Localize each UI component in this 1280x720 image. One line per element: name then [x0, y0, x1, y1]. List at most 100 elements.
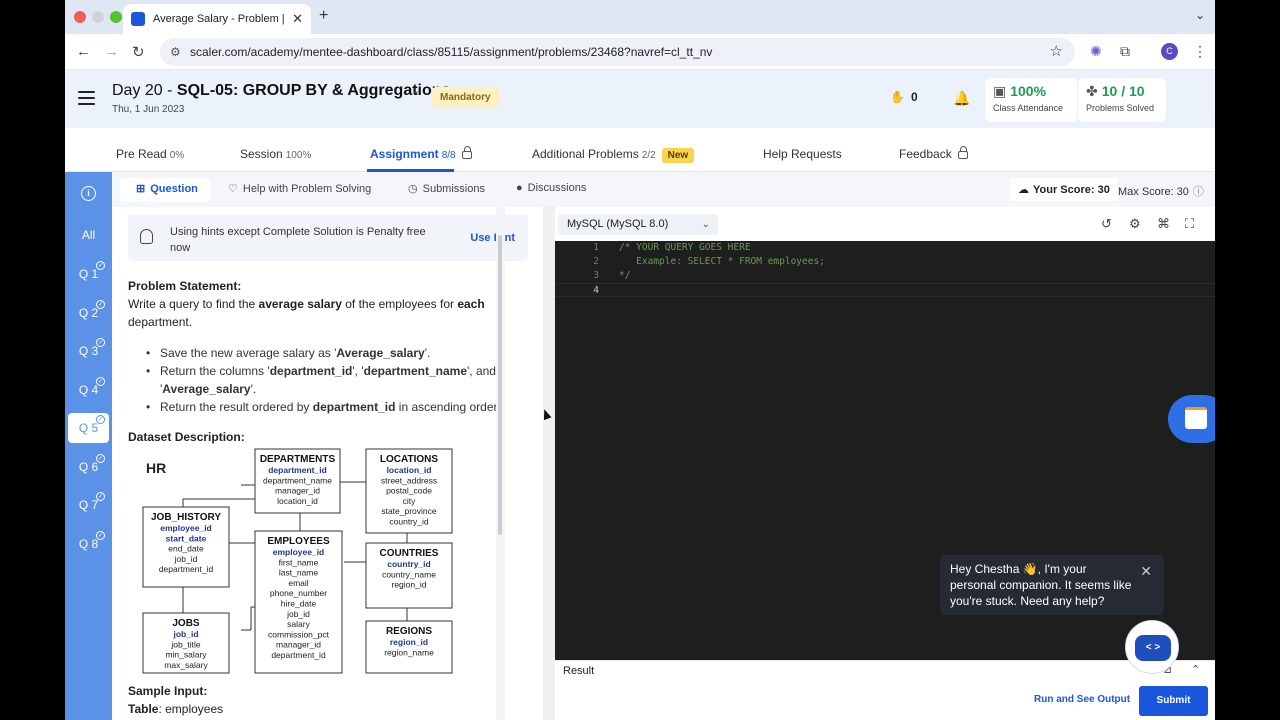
problems-solved-stat[interactable]: ✤ 10 / 10 Problems Solved	[1078, 78, 1166, 122]
intro-text: Write a query to find the	[128, 297, 259, 311]
shortcuts-command-icon[interactable]: ⌘	[1157, 216, 1170, 232]
extension-icon[interactable]: ✺	[1090, 43, 1102, 60]
reload-icon[interactable]: ↻	[132, 43, 145, 61]
schema-field: department_name	[263, 475, 332, 485]
fullscreen-icon[interactable]: ⛶	[1185, 216, 1194, 232]
subtab-submissions[interactable]: ◷ Submissions	[408, 182, 485, 195]
code-line[interactable]: 3 */	[555, 269, 1215, 283]
class-title[interactable]: Day 20 - SQL-05: GROUP BY & Aggregations	[112, 82, 450, 100]
close-tab-icon[interactable]: ✕	[292, 11, 303, 27]
attendance-value: 100%	[1010, 83, 1047, 99]
forward-arrow-icon[interactable]: →	[104, 43, 119, 60]
subtab-question[interactable]: ⊞ Question	[136, 182, 198, 195]
sidebar-item-q7[interactable]: Q 7 ✓	[68, 490, 109, 520]
tab-pre-read[interactable]: Pre Read 0%	[116, 147, 184, 161]
problem-intro: Write a query to find the average salary…	[128, 295, 523, 331]
schema-key-field: region_id	[390, 637, 428, 647]
schema-table-name: COUNTRIES	[380, 548, 439, 559]
intro-bold: each	[457, 297, 485, 311]
schema-field: commission_pct	[268, 629, 330, 639]
problem-scrollbar[interactable]	[496, 207, 505, 720]
cloud-icon: ☁	[1018, 184, 1029, 196]
scrollbar-thumb[interactable]	[498, 235, 502, 535]
subtab-help[interactable]: ♡ Help with Problem Solving	[228, 182, 371, 195]
site-settings-icon[interactable]: ⚙	[170, 38, 181, 66]
resize-divider[interactable]	[543, 207, 555, 720]
lock-icon	[957, 146, 968, 159]
sidebar-item-q6[interactable]: Q 6 ✓	[68, 452, 109, 482]
text: ', '	[352, 364, 364, 378]
bookmark-star-icon[interactable]: ☆	[1050, 38, 1063, 66]
schema-field: email	[288, 578, 308, 588]
text: Return the columns '	[160, 364, 270, 378]
dataset-heading: Dataset Description:	[128, 430, 245, 444]
reset-code-icon[interactable]: ↺	[1101, 216, 1112, 232]
notification-bell-icon[interactable]: 🔔	[953, 90, 970, 107]
close-icon[interactable]: ✕	[1140, 563, 1152, 579]
language-select[interactable]: MySQL (MySQL 8.0) ⌄	[558, 214, 718, 235]
puzzle-extensions-icon[interactable]: ⧉	[1120, 43, 1130, 60]
address-bar[interactable]: ⚙ scaler.com/academy/mentee-dashboard/cl…	[160, 38, 1075, 66]
schema-key-field: employee_id	[273, 547, 325, 557]
notes-float-button[interactable]	[1168, 395, 1215, 443]
chevron-up-icon[interactable]: ⌃	[1191, 663, 1200, 676]
code-text: Example: SELECT * FROM employees;	[619, 256, 825, 267]
sidebar-item-q1[interactable]: Q 1 ✓	[68, 259, 109, 289]
browser-tab-title: Average Salary - Problem | Sc	[153, 13, 289, 25]
browser-tab[interactable]: Average Salary - Problem | Sc ✕	[123, 4, 311, 34]
code-line-active[interactable]: 4	[555, 283, 1215, 297]
check-circle-icon: ✓	[96, 377, 105, 386]
clock-icon: ◷	[408, 183, 418, 195]
sidebar-item-q3[interactable]: Q 3 ✓	[68, 336, 109, 366]
back-arrow-icon[interactable]: ←	[76, 43, 91, 60]
class-attendance-stat[interactable]: ▣ 100% Class Attendance	[985, 78, 1077, 122]
code-text: */	[619, 270, 631, 281]
tab-search-chevron-icon[interactable]: ⌄	[1195, 8, 1205, 22]
code-line[interactable]: 2 Example: SELECT * FROM employees;	[555, 255, 1215, 269]
new-badge: New	[661, 148, 695, 163]
browser-tab-bar: Average Salary - Problem | Sc ✕ + ⌄	[65, 0, 1215, 34]
tab-session[interactable]: Session 100%	[240, 147, 311, 161]
sidebar-item-q2[interactable]: Q 2 ✓	[68, 298, 109, 328]
tab-help-requests[interactable]: Help Requests	[763, 147, 842, 161]
new-tab-icon[interactable]: +	[319, 7, 328, 25]
minimize-window-button[interactable]	[92, 11, 104, 23]
submit-button[interactable]: Submit	[1139, 686, 1208, 716]
schema-table-name: EMPLOYEES	[267, 536, 330, 547]
url-text: scaler.com/academy/mentee-dashboard/clas…	[190, 45, 713, 59]
class-tabs: Pre Read 0% Session 100% Assignment 8/8 Add…	[65, 128, 1215, 172]
companion-bot-avatar[interactable]: < >	[1125, 620, 1179, 674]
tab-progress: 2/2	[641, 150, 656, 161]
maximize-window-button[interactable]	[110, 11, 122, 23]
max-score-value: Max Score: 30	[1118, 186, 1189, 198]
class-dropdown-chevron-icon[interactable]: ⌄	[411, 84, 420, 97]
question-label: Q 5	[78, 421, 99, 435]
subtab-discussions[interactable]: ● Discussions	[516, 182, 586, 194]
schema-field: salary	[287, 619, 310, 629]
tab-feedback[interactable]: Feedback	[899, 146, 968, 161]
hamburger-menu-icon[interactable]	[78, 91, 95, 105]
profile-avatar[interactable]: C	[1161, 43, 1178, 60]
info-icon[interactable]: ⓘ	[1193, 186, 1204, 198]
puzzle-icon: ✤	[1086, 83, 1098, 99]
settings-gear-icon[interactable]: ⚙	[1129, 216, 1141, 232]
bold: department_id	[312, 400, 396, 414]
sidebar-item-q5[interactable]: Q 5 ✓	[68, 413, 109, 443]
check-circle-icon: ✓	[96, 531, 105, 540]
browser-menu-icon[interactable]: ⋮	[1193, 43, 1207, 60]
code-line[interactable]: 1 /* YOUR QUERY GOES HERE	[555, 241, 1215, 255]
sidebar-item-q4[interactable]: Q 4 ✓	[68, 375, 109, 405]
streak-counter[interactable]: ✋ 0	[890, 90, 918, 104]
tab-assignment[interactable]: Assignment 8/8	[370, 146, 472, 161]
tab-additional-problems[interactable]: Additional Problems 2/2 New	[532, 147, 695, 163]
schema-table-name: REGIONS	[386, 626, 432, 637]
sidebar-item-q8[interactable]: Q 8 ✓	[68, 529, 109, 559]
subtab-label: Discussions	[527, 182, 587, 194]
sidebar-item-all[interactable]: All	[68, 220, 109, 250]
close-window-button[interactable]	[74, 11, 86, 23]
schema-field: job_title	[170, 639, 201, 649]
info-icon[interactable]: i	[81, 186, 96, 201]
schema-field: manager_id	[276, 640, 321, 650]
run-and-see-output-button[interactable]: Run and See Output	[1034, 694, 1130, 705]
use-hint-button[interactable]: Use Hint	[470, 232, 515, 244]
